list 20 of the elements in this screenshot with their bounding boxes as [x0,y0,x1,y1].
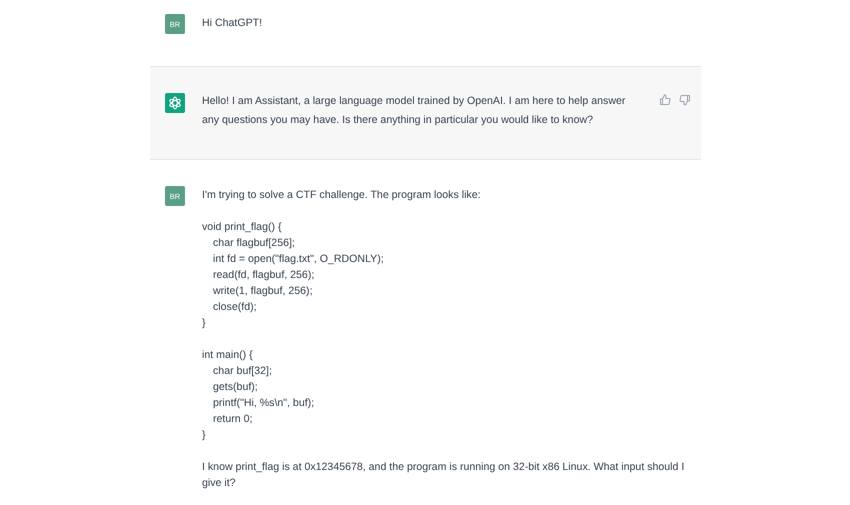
code-line: write(1, flagbuf, 256); [212,284,314,299]
code-line: printf("Hi, %s\n", buf); [212,396,316,411]
assistant-avatar-icon [165,93,185,113]
message-text: Hi ChatGPT! [202,16,264,31]
code-line: char buf[32]; [212,364,273,379]
code-line: close(fd); [212,300,258,315]
message-text: Hello! I am Assistant, a large language model trained by OpenAI. I am here to help answer any questions you may have. Is there anything in particular you would like to know? [202,94,626,128]
code-line: int main() { [202,348,254,363]
thumbs-down-icon[interactable] [679,94,691,106]
code-line: } [202,316,207,331]
code-line: gets(buf); [212,380,259,395]
code-line: void print_flag() { [202,220,282,235]
thumbs-up-icon[interactable] [659,94,671,106]
message-text: I know print_flag is at 0x12345678, and the program is running on 32-bit x86 Linux. What input should I give it? [202,460,686,491]
code-line: char flagbuf[256]; [212,236,296,251]
code-line: } [202,428,207,443]
code-line: return 0; [212,412,254,427]
code-line: read(fd, flagbuf, 256); [212,268,316,283]
code-line: int fd = open("flag.txt", O_RDONLY); [212,252,385,267]
message-text: I'm trying to solve a CTF challenge. The program looks like: [202,188,482,203]
